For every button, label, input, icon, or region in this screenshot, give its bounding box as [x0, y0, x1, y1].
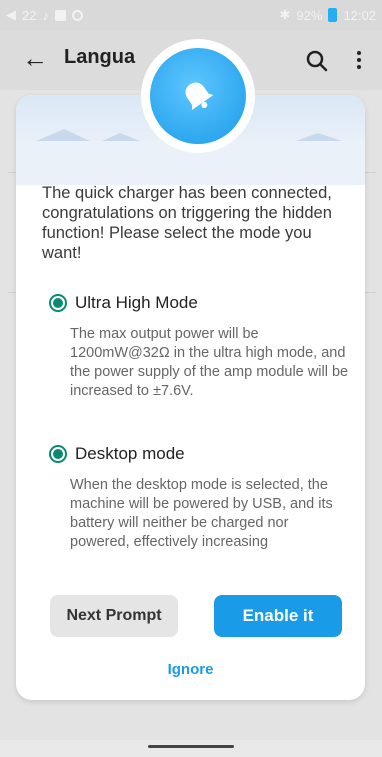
radio-ultra-high-mode[interactable] — [49, 294, 67, 312]
status-left: ◀ 22 ♪ — [6, 7, 83, 23]
badge-circle — [150, 48, 246, 144]
volume-icon: ◀ — [6, 7, 16, 22]
option-label: Ultra High Mode — [75, 293, 198, 312]
image-icon — [54, 9, 66, 21]
quick-charger-dialog: The quick charger has been connected, co… — [16, 95, 365, 700]
status-left-text: 22 — [22, 7, 37, 23]
music-note-icon: ♪ — [42, 7, 49, 23]
option-description: When the desktop mode is selected, the m… — [70, 477, 333, 550]
dialog-badge — [141, 39, 255, 153]
status-bar: ◀ 22 ♪ ✱ 92% 12:02 — [0, 0, 382, 30]
sync-icon — [71, 9, 83, 21]
enable-button[interactable]: Enable it — [214, 595, 342, 637]
bell-icon — [185, 82, 214, 111]
option-description: The max output power will be 1200mW@32Ω … — [70, 326, 349, 399]
dialog-message: The quick charger has been connected, co… — [42, 184, 332, 262]
option-label: Desktop mode — [75, 444, 185, 463]
search-icon[interactable] — [304, 48, 330, 74]
back-arrow-icon[interactable]: ← — [22, 43, 48, 73]
home-indicator[interactable] — [148, 745, 234, 748]
clock: 12:02 — [343, 7, 376, 23]
more-vert-icon[interactable] — [354, 48, 364, 74]
option-ultra-high-mode[interactable]: Ultra High Mode — [49, 293, 198, 313]
battery-icon — [328, 8, 338, 22]
bluetooth-icon: ✱ — [279, 7, 291, 22]
option-desktop-mode[interactable]: Desktop mode — [49, 444, 185, 464]
radio-desktop-mode[interactable] — [49, 445, 67, 463]
next-prompt-button[interactable]: Next Prompt — [50, 595, 178, 637]
status-right: ✱ 92% 12:02 — [280, 7, 376, 23]
battery-percent: 92% — [296, 7, 323, 23]
ignore-button[interactable]: Ignore — [16, 661, 365, 678]
page-title: Langua — [64, 46, 136, 68]
